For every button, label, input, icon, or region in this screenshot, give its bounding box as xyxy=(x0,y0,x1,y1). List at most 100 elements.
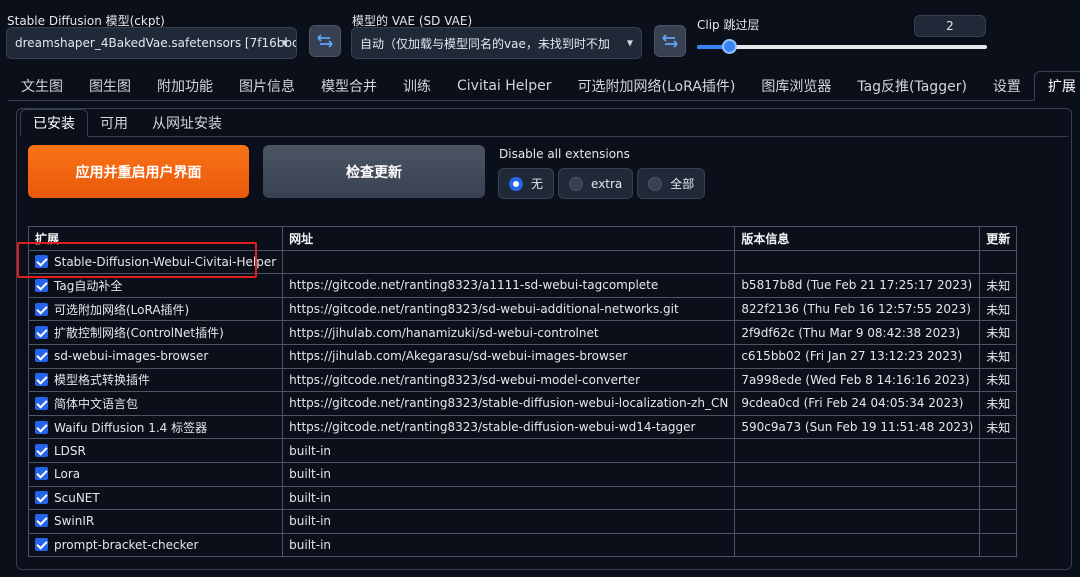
ckpt-dropdown[interactable]: dreamshaper_4BakedVae.safetensors [7f16b… xyxy=(6,27,297,59)
table-row: SwinIR built-in xyxy=(27,509,1018,534)
tab-0[interactable]: 文生图 xyxy=(8,71,76,101)
url-cell: built-in xyxy=(282,438,736,463)
checkbox-checked-icon[interactable] xyxy=(35,326,48,340)
url-cell: https://gitcode.net/ranting8323/stable-d… xyxy=(282,414,736,440)
version-cell xyxy=(734,249,981,275)
radio-option-2[interactable]: 全部 xyxy=(637,168,706,199)
checkbox-checked-icon[interactable] xyxy=(35,443,48,457)
update-cell: 未知 xyxy=(979,273,1018,298)
disable-extensions-label: Disable all extensions xyxy=(499,147,630,161)
tab-2[interactable]: 附加功能 xyxy=(144,71,226,101)
table-row: 可选附加网络(LoRA插件) https://gitcode.net/rantin… xyxy=(27,296,1018,322)
url-cell: https://jihulab.com/hanamizuki/sd-webui-… xyxy=(282,320,736,345)
radio-option-1[interactable]: extra xyxy=(558,168,634,199)
refresh-vae-button[interactable] xyxy=(654,25,686,57)
sub-tabs: 已安装 可用 从网址安装 xyxy=(20,109,234,137)
slider-thumb[interactable] xyxy=(721,39,737,54)
tab-1[interactable]: 图生图 xyxy=(76,71,144,101)
check-updates-button[interactable]: 检查更新 xyxy=(263,145,485,198)
tab-4[interactable]: 模型合并 xyxy=(308,71,390,101)
update-cell xyxy=(979,509,1018,534)
ckpt-value: dreamshaper_4BakedVae.safetensors [7f16b… xyxy=(15,36,297,50)
checkbox-checked-icon[interactable] xyxy=(35,514,48,528)
checkbox-checked-icon[interactable] xyxy=(35,490,48,504)
extension-name: prompt-bracket-checker xyxy=(54,538,199,553)
subtab-0[interactable]: 已安装 xyxy=(20,109,88,137)
update-cell: 未知 xyxy=(979,343,1018,369)
tab-11[interactable]: 扩展 xyxy=(1033,71,1080,101)
radio-label: extra xyxy=(591,176,623,191)
extension-name: ScuNET xyxy=(54,490,100,505)
extension-cell: ScuNET xyxy=(27,485,284,511)
table-row: LDSR built-in xyxy=(27,438,1018,463)
extensions-table-body: Stable-Diffusion-Webui-Civitai-Helper Tag… xyxy=(27,249,1018,558)
extension-cell: Waifu Diffusion 1.4 标签器 xyxy=(27,414,284,440)
extension-cell: Tag自动补全 xyxy=(27,273,284,298)
clip-skip-label: Clip 跳过层 xyxy=(697,18,760,32)
checkbox-checked-icon[interactable] xyxy=(35,278,48,292)
checkbox-checked-icon[interactable] xyxy=(35,254,48,268)
url-cell: https://gitcode.net/ranting8323/a1111-sd… xyxy=(282,273,736,298)
update-cell xyxy=(979,485,1018,511)
extension-name: 可选附加网络(LoRA插件) xyxy=(54,302,190,317)
table-row: Lora built-in xyxy=(27,461,1018,487)
checkbox-checked-icon[interactable] xyxy=(35,467,48,481)
table-row: Stable-Diffusion-Webui-Civitai-Helper xyxy=(27,249,1018,275)
table-row: ScuNET built-in xyxy=(27,485,1018,511)
extension-cell: 可选附加网络(LoRA插件) xyxy=(27,296,284,322)
vae-dropdown[interactable]: 自动（仅加载与模型同名的vae，未找到时不加 ▼ xyxy=(351,27,642,59)
update-cell xyxy=(979,461,1018,487)
update-cell: 未知 xyxy=(979,296,1018,322)
version-cell: 822f2136 (Thu Feb 16 12:57:55 2023) xyxy=(734,296,981,322)
tab-10[interactable]: 设置 xyxy=(980,71,1034,101)
radio-label: 无 xyxy=(531,177,544,191)
url-cell: https://gitcode.net/ranting8323/sd-webui… xyxy=(282,296,736,322)
tab-5[interactable]: 训练 xyxy=(390,71,444,101)
table-row: 模型格式转换插件 https://gitcode.net/ranting8323/… xyxy=(27,367,1018,393)
version-cell: c615bb02 (Fri Jan 27 13:12:23 2023) xyxy=(734,343,981,369)
url-cell: built-in xyxy=(282,532,736,558)
extension-cell: prompt-bracket-checker xyxy=(27,532,284,558)
tab-6[interactable]: Civitai Helper xyxy=(444,71,565,101)
table-row: prompt-bracket-checker built-in xyxy=(27,532,1018,558)
tab-8[interactable]: 图库浏览器 xyxy=(748,71,844,101)
table-row: Tag自动补全 https://gitcode.net/ranting8323/a… xyxy=(27,273,1018,298)
update-cell: 未知 xyxy=(979,414,1018,440)
checkbox-checked-icon[interactable] xyxy=(35,396,48,410)
slider-track xyxy=(697,45,987,49)
radio-dot-icon xyxy=(509,176,523,191)
swap-arrows-icon xyxy=(662,34,678,48)
extension-name: 简体中文语言包 xyxy=(54,396,139,411)
main-tabs: 文生图 图生图 附加功能 图片信息 模型合并 训练 Civitai Helper 可选附加网络… xyxy=(8,71,1080,101)
apply-restart-button[interactable]: 应用并重启用户界面 xyxy=(28,145,249,198)
subtab-2[interactable]: 从网址安装 xyxy=(140,109,234,137)
url-cell: https://gitcode.net/ranting8323/sd-webui… xyxy=(282,367,736,393)
update-cell: 未知 xyxy=(979,320,1018,345)
checkbox-checked-icon[interactable] xyxy=(35,302,48,316)
checkbox-checked-icon[interactable] xyxy=(35,538,48,552)
clip-skip-number-input[interactable]: 2 xyxy=(914,15,986,37)
disable-extensions-radio-group: 无 extra 全部 xyxy=(498,168,706,199)
url-cell: built-in xyxy=(282,485,736,511)
refresh-ckpt-button[interactable] xyxy=(309,25,341,57)
radio-dot-icon xyxy=(648,176,663,191)
checkbox-checked-icon[interactable] xyxy=(35,373,48,387)
checkbox-checked-icon[interactable] xyxy=(35,420,48,434)
update-cell xyxy=(979,249,1018,275)
extension-cell: LDSR xyxy=(27,438,284,463)
extension-cell: 模型格式转换插件 xyxy=(27,367,284,393)
swap-arrows-icon xyxy=(317,34,333,48)
extension-name: 扩散控制网络(ControlNet插件) xyxy=(54,326,224,341)
radio-dot-icon xyxy=(569,176,584,191)
tab-9[interactable]: Tag反推(Tagger) xyxy=(844,71,980,101)
url-cell: https://jihulab.com/Akegarasu/sd-webui-i… xyxy=(282,343,736,369)
checkbox-checked-icon[interactable] xyxy=(35,349,48,363)
table-row: 扩散控制网络(ControlNet插件) https://jihulab.com/… xyxy=(27,320,1018,345)
subtab-1[interactable]: 可用 xyxy=(88,109,140,137)
tab-3[interactable]: 图片信息 xyxy=(226,71,308,101)
clip-skip-slider[interactable] xyxy=(697,39,987,54)
tab-7[interactable]: 可选附加网络(LoRA插件) xyxy=(565,71,749,101)
update-cell xyxy=(979,532,1018,558)
radio-option-0[interactable]: 无 xyxy=(498,168,555,199)
extension-name: 模型格式转换插件 xyxy=(54,373,151,388)
